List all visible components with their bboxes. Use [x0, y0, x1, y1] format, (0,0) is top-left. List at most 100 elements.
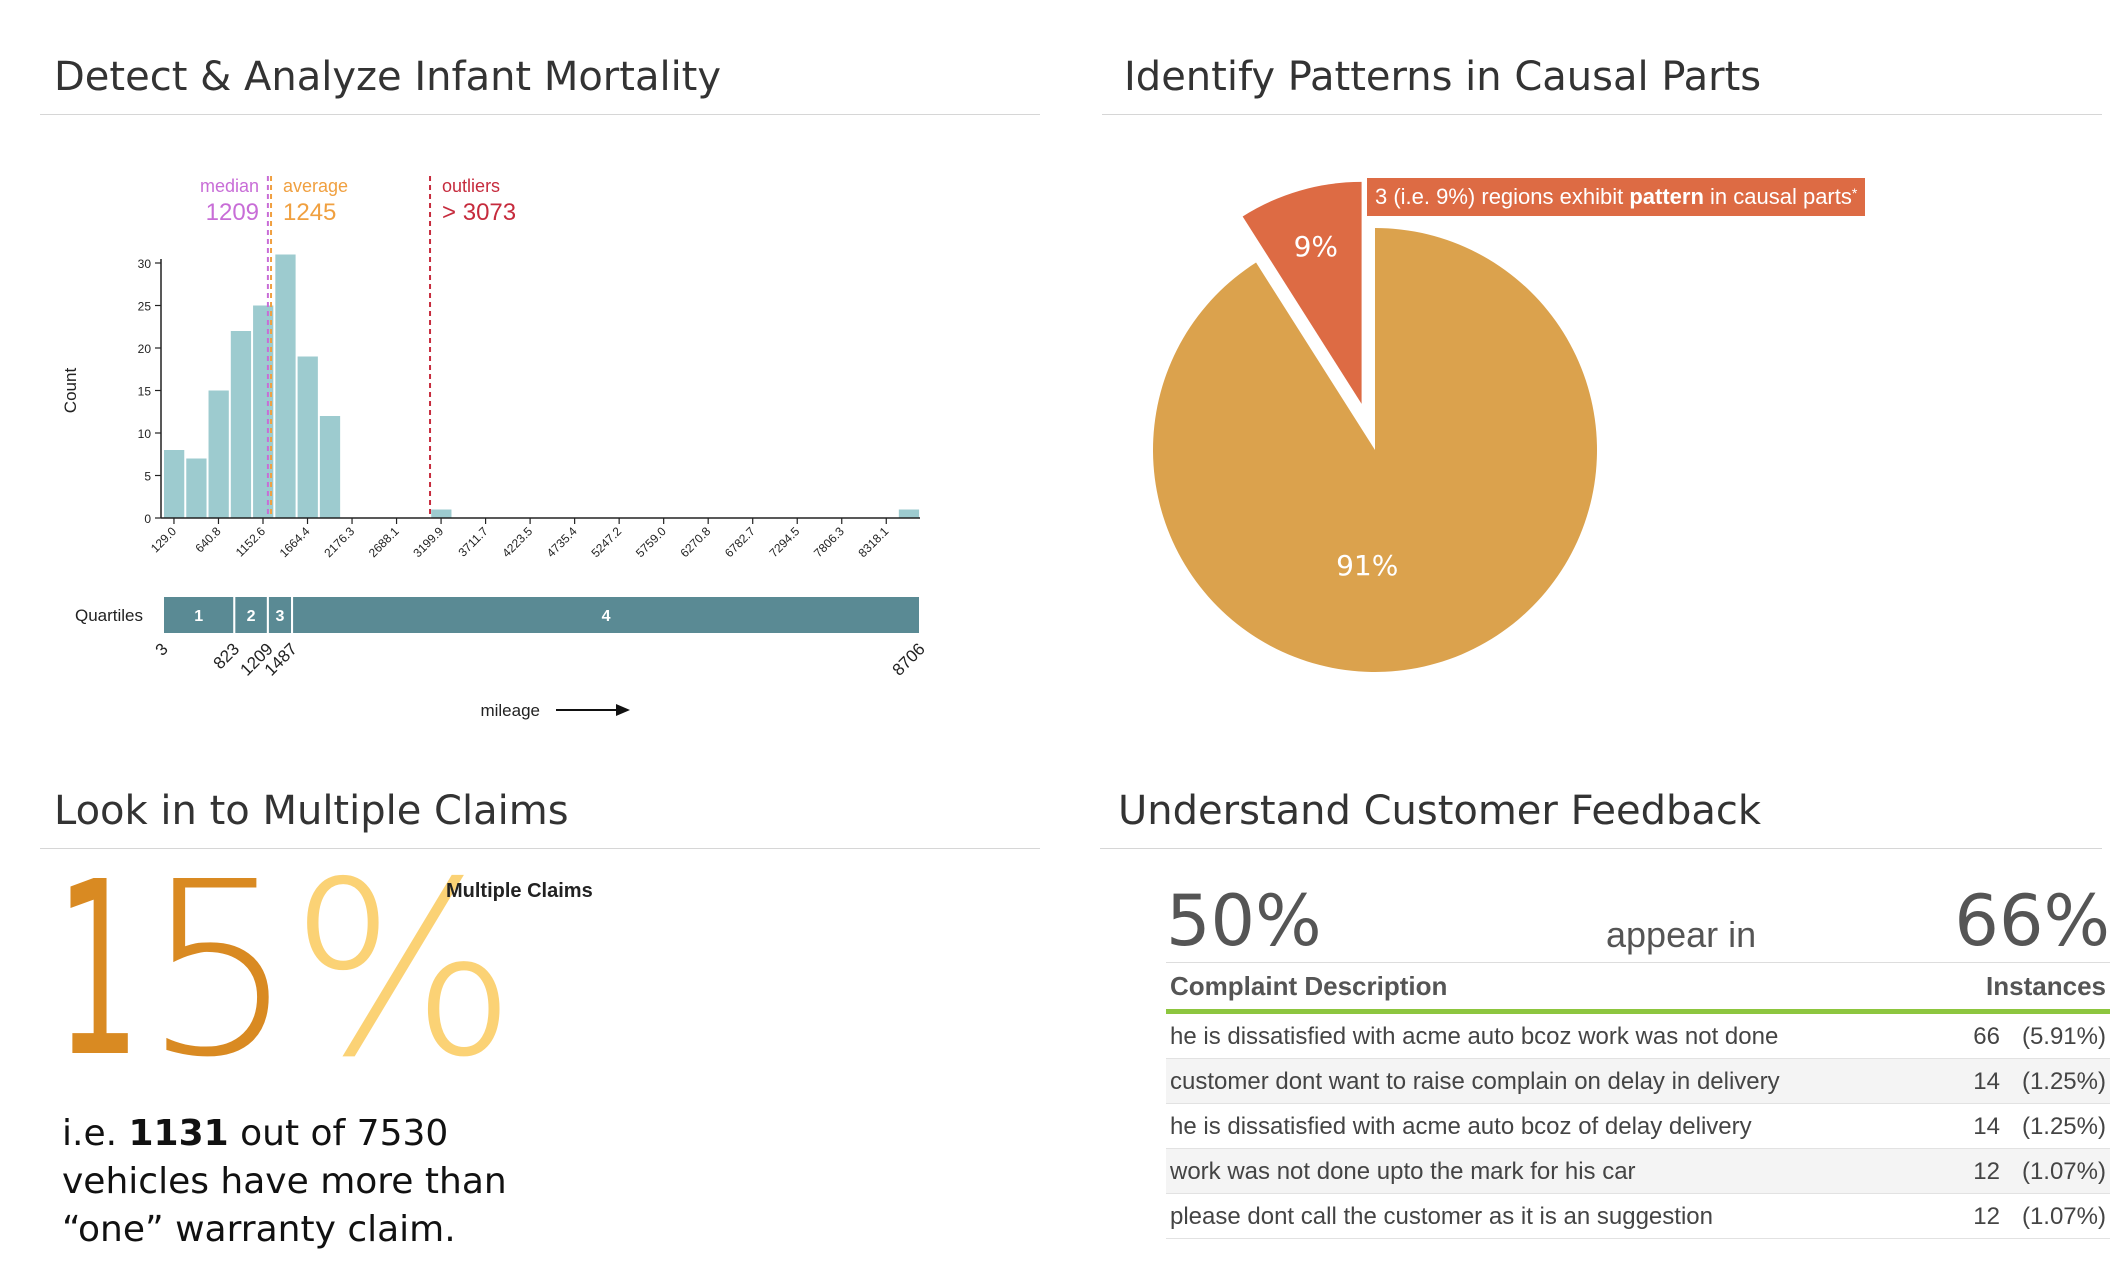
table-header: Complaint Description Instances — [1166, 962, 2110, 1014]
pie-slice-label: 9% — [1294, 230, 1338, 263]
title-divider — [1100, 848, 2102, 849]
x-tick-label: 6270.8 — [677, 524, 713, 560]
callout-prefix: 3 (i.e. 9%) regions exhibit — [1375, 184, 1630, 209]
x-tick-label: 640.8 — [192, 524, 223, 555]
complaint-description: he is dissatisfied with acme auto bcoz o… — [1170, 1113, 1752, 1140]
multiple-claims-panel: Look in to Multiple Claims 15% Multiple … — [0, 730, 1060, 1286]
table-row: he is dissatisfied with acme auto bcoz w… — [1166, 1014, 2110, 1059]
big-digit-5: 5 — [142, 830, 296, 1110]
y-axis-label: Count — [61, 368, 80, 414]
histogram-bar — [164, 450, 185, 518]
quartile-boundary-label: 3 — [152, 639, 172, 659]
table-row: please dont call the customer as it is a… — [1166, 1194, 2110, 1239]
median-marker-label: median — [200, 176, 259, 196]
instance-count: 14 — [1973, 1113, 2000, 1140]
histogram-bar — [431, 509, 452, 518]
average-marker-value: 1245 — [283, 199, 336, 226]
instance-count: 14 — [1973, 1068, 2000, 1095]
histogram-bar — [898, 509, 920, 518]
instance-count: 12 — [1973, 1203, 2000, 1230]
line1-suffix: out of 7530 — [228, 1113, 449, 1154]
pie-slice-label: 91% — [1336, 549, 1398, 582]
y-tick-label: 30 — [138, 257, 152, 271]
histogram-bar — [230, 331, 252, 518]
y-tick-label: 15 — [138, 385, 152, 399]
y-tick-label: 0 — [144, 512, 151, 526]
x-tick-label: 1152.6 — [233, 524, 268, 559]
histogram-bar — [186, 458, 207, 518]
line1-prefix: i.e. — [62, 1113, 129, 1154]
description-line-1: i.e. 1131 out of 7530 — [62, 1110, 522, 1158]
average-marker-label: average — [283, 176, 348, 196]
quartile-segment-label: 3 — [276, 608, 285, 625]
histogram-bar — [297, 356, 318, 518]
instance-percent: (5.91%) — [2021, 1023, 2106, 1050]
column-header-instances: Instances — [1986, 971, 2106, 1001]
callout-bold: pattern — [1629, 184, 1704, 209]
quartiles-label: Quartiles — [75, 606, 143, 625]
instances-percent: 66% — [1954, 880, 2110, 962]
table-row: he is dissatisfied with acme auto bcoz o… — [1166, 1104, 2110, 1149]
x-tick-label: 4735.4 — [544, 524, 580, 560]
x-tick-label: 5759.0 — [633, 524, 669, 560]
y-tick-label: 5 — [144, 470, 151, 484]
line1-count: 1131 — [128, 1113, 229, 1154]
arrow-head — [616, 704, 630, 716]
multiple-claims-title: Look in to Multiple Claims — [54, 788, 569, 834]
histogram-bar — [275, 254, 296, 518]
infant-mortality-panel: Detect & Analyze Infant Mortality 0 5 10 15… — [0, 0, 1060, 730]
x-tick-label: 3711.7 — [455, 524, 490, 559]
pie-slice — [1153, 228, 1597, 672]
causal-parts-pie: 9% 91% — [1153, 181, 1597, 672]
complaint-description: work was not done upto the mark for his … — [1170, 1158, 1636, 1185]
callout-suffix: in causal parts — [1703, 184, 1852, 209]
x-tick-label: 7294.5 — [766, 524, 802, 560]
histogram-bar — [319, 416, 341, 518]
description-line-2: vehicles have more than — [62, 1161, 507, 1202]
y-tick-label: 20 — [138, 342, 152, 356]
quartile-segment-label: 4 — [602, 608, 611, 625]
table-row: work was not done upto the mark for his … — [1166, 1149, 2110, 1194]
x-tick-label: 4223.5 — [499, 524, 535, 560]
instance-count: 12 — [1973, 1158, 2000, 1185]
x-tick-label: 8318.1 — [856, 524, 892, 560]
y-tick-label: 25 — [138, 300, 152, 314]
instance-percent: (1.25%) — [2021, 1068, 2106, 1095]
complaints-percent: 50% — [1166, 880, 1322, 962]
instance-percent: (1.07%) — [2021, 1158, 2106, 1185]
outliers-marker-value: > 3073 — [442, 199, 516, 226]
instance-count: 66 — [1973, 1023, 2000, 1050]
customer-feedback-title: Understand Customer Feedback — [1118, 788, 1762, 834]
multiple-claims-big-percent: 15% — [56, 830, 517, 1110]
mileage-histogram: 051015202530Count129.0 640.8 1152.6 1664.4 2… — [61, 176, 929, 720]
x-tick-label: 2176.3 — [321, 524, 357, 560]
multiple-claims-label: Multiple Claims — [446, 880, 593, 902]
x-tick-label: 129.0 — [148, 524, 179, 555]
column-header-description: Complaint Description — [1170, 971, 1448, 1001]
description-line-3: “one” warranty claim. — [62, 1209, 456, 1250]
quartile-segment-label: 2 — [247, 608, 256, 625]
x-tick-label: 1664.4 — [277, 524, 313, 560]
big-digit-1: 1 — [56, 830, 140, 1110]
y-tick-label: 10 — [138, 427, 152, 441]
complaint-table: Complaint Description Instances he is di… — [1166, 962, 2110, 1239]
quartile-boundary-label: 8706 — [889, 639, 929, 679]
feedback-summary: 50% appear in 66% — [1166, 880, 2110, 962]
x-tick-label: 7806.3 — [811, 524, 847, 560]
x-tick-label: 3199.9 — [410, 524, 446, 560]
quartile-segment-label: 1 — [194, 608, 203, 625]
pattern-callout: 3 (i.e. 9%) regions exhibit pattern in c… — [1367, 178, 1866, 216]
customer-feedback-panel: Understand Customer Feedback 50% appear … — [1060, 730, 2122, 1286]
table-body: he is dissatisfied with acme auto bcoz w… — [1166, 1014, 2110, 1239]
outliers-marker-label: outliers — [442, 176, 500, 196]
histogram-bar — [208, 390, 229, 518]
complaint-description: customer dont want to raise complain on … — [1170, 1068, 1780, 1095]
multiple-claims-description: i.e. 1131 out of 7530 vehicles have more… — [62, 1110, 522, 1254]
x-tick-label: 5247.2 — [588, 524, 624, 560]
median-marker-value: 1209 — [206, 199, 259, 226]
x-axis-label: mileage — [480, 701, 540, 720]
instance-percent: (1.07%) — [2021, 1203, 2106, 1230]
table-row: customer dont want to raise complain on … — [1166, 1059, 2110, 1104]
complaint-description: he is dissatisfied with acme auto bcoz w… — [1170, 1023, 1779, 1050]
appear-in-label: appear in — [1606, 914, 1757, 955]
